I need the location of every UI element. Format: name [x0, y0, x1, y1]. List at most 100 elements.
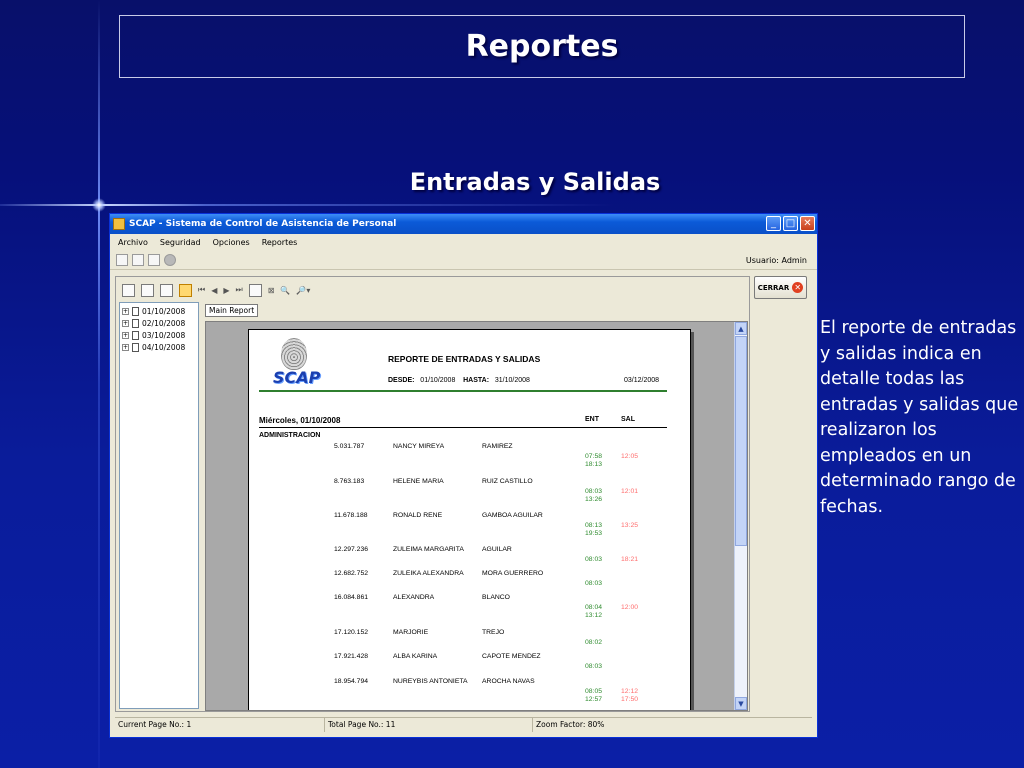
entry-times: 08:03	[585, 556, 603, 563]
tree-item[interactable]: +04/10/2008	[122, 341, 196, 353]
save-icon[interactable]	[132, 254, 144, 266]
day-divider	[259, 427, 667, 428]
status-bar: Current Page No.: 1 Total Page No.: 11 Z…	[115, 717, 812, 732]
vertical-scrollbar[interactable]: ▲ ▼	[734, 322, 747, 710]
entry-times: 08:13 19:53	[585, 522, 603, 537]
sal-column-header: SAL	[621, 416, 635, 423]
tree-item[interactable]: +02/10/2008	[122, 317, 196, 329]
employee-id: 17.120.152	[334, 629, 369, 636]
table-row: 11.678.188 RONALD RENE GAMBOA AGUILAR 08:13…	[249, 512, 690, 546]
zoom-icon[interactable]: 🔎▾	[296, 286, 310, 295]
employee-first-name: ZULEIMA MARGARITA	[393, 546, 464, 553]
entry-times: 08:03	[585, 580, 603, 587]
employee-first-name: NANCY MIREYA	[393, 443, 445, 450]
exit-times: 13:25	[621, 522, 639, 529]
expand-icon[interactable]: +	[122, 307, 129, 315]
entry-times: 08:02	[585, 639, 603, 646]
tab-main-report[interactable]: Main Report	[205, 304, 259, 317]
slide-title: Reportes	[465, 29, 619, 64]
tree-item[interactable]: +03/10/2008	[122, 329, 196, 341]
last-page-icon[interactable]: ⏭	[236, 285, 243, 295]
window-title: SCAP - Sistema de Control de Asistencia …	[129, 219, 397, 229]
employee-id: 11.678.188	[334, 512, 368, 519]
cerrar-button[interactable]: CERRAR ✕	[754, 276, 807, 299]
header-divider	[259, 390, 667, 392]
first-page-icon[interactable]: ⏮	[198, 285, 205, 295]
app-icon	[113, 218, 125, 230]
employee-id: 8.763.183	[334, 478, 365, 485]
exit-times: 12:05	[621, 453, 639, 460]
employee-last-name: AGUILAR	[482, 546, 512, 553]
employee-first-name: RONALD RENE	[393, 512, 443, 519]
refresh-icon[interactable]	[160, 283, 173, 297]
report-canvas: SCAP REPORTE DE ENTRADAS Y SALIDAS DESDE…	[205, 321, 748, 711]
report-viewer-toolbar: ⏮ ◀ ▶ ⏭ ⊠ 🔍 🔎▾	[116, 277, 749, 303]
slide-description: El reporte de entradas y salidas indica …	[820, 318, 1019, 517]
scroll-up-icon[interactable]: ▲	[735, 322, 747, 335]
employee-first-name: MARJORIE	[393, 629, 429, 636]
export-icon[interactable]	[122, 283, 135, 297]
document-icon	[132, 342, 139, 352]
employee-id: 12.297.236	[334, 546, 369, 553]
employee-id: 18.954.794	[334, 678, 369, 685]
employee-last-name: AROCHA NAVAS	[482, 678, 535, 685]
report-print-date: 03/12/2008	[624, 377, 660, 384]
report-range: DESDE: 01/10/2008 HASTA: 31/10/2008	[388, 377, 530, 384]
minimize-button[interactable]: _	[766, 216, 781, 231]
scroll-down-icon[interactable]: ▼	[735, 697, 747, 710]
stop-icon[interactable]: ⊠	[268, 286, 275, 295]
employee-last-name: CAPOTE MENDEZ	[482, 653, 541, 660]
main-toolbar: Usuario: Admin	[110, 251, 817, 270]
scroll-thumb[interactable]	[735, 336, 747, 546]
employee-last-name: MORA GUERRERO	[482, 570, 544, 577]
employee-last-name: BLANCO	[482, 594, 510, 601]
day-header: Miércoles, 01/10/2008	[259, 416, 341, 425]
exit-times: 18:21	[621, 556, 639, 563]
delete-icon[interactable]	[148, 254, 160, 266]
table-row: 16.084.861 ALEXANDRA BLANCO 08:04 13:12 12:0…	[249, 594, 690, 628]
menu-opciones[interactable]: Opciones	[213, 238, 250, 247]
employee-last-name: TREJO	[482, 629, 505, 636]
status-total-page: Total Page No.: 11	[325, 718, 533, 732]
window-titlebar[interactable]: SCAP - Sistema de Control de Asistencia …	[110, 214, 817, 234]
ent-column-header: ENT	[585, 416, 599, 423]
previous-page-icon[interactable]: ◀	[211, 286, 217, 295]
menu-reportes[interactable]: Reportes	[262, 238, 298, 247]
print-icon[interactable]	[141, 283, 154, 297]
decorative-horizontal-line	[0, 204, 1024, 206]
status-zoom: Zoom Factor: 80%	[536, 720, 605, 729]
search-icon[interactable]: 🔍	[280, 286, 290, 295]
menu-archivo[interactable]: Archivo	[118, 238, 148, 247]
entry-times: 08:05 12:57	[585, 688, 603, 703]
maximize-button[interactable]: □	[783, 216, 798, 231]
slide-subtitle: Entradas y Salidas	[409, 168, 661, 196]
exit-times: 12:01	[621, 488, 639, 495]
next-page-icon[interactable]: ▶	[223, 286, 229, 295]
employee-id: 5.031.787	[334, 443, 365, 450]
table-row: 18.954.794 NUREYBIS ANTONIETA AROCHA NAVAS…	[249, 678, 690, 710]
decorative-star	[92, 198, 106, 212]
status-current-page: Current Page No.: 1	[115, 718, 325, 732]
employee-first-name: HELENE MARIA	[393, 478, 444, 485]
slide-title-box: Reportes	[119, 15, 965, 78]
employee-last-name: GAMBOA AGUILAR	[482, 512, 543, 519]
new-document-icon[interactable]	[116, 254, 128, 266]
menu-bar: Archivo Seguridad Opciones Reportes	[110, 234, 817, 251]
decorative-vertical-line	[98, 0, 100, 768]
tree-item[interactable]: +01/10/2008	[122, 305, 196, 317]
expand-icon[interactable]: +	[122, 331, 129, 339]
cerrar-label: CERRAR	[757, 283, 790, 292]
accept-icon[interactable]	[164, 254, 176, 266]
menu-seguridad[interactable]: Seguridad	[160, 238, 201, 247]
report-title: REPORTE DE ENTRADAS Y SALIDAS	[388, 354, 541, 364]
entry-times: 08:04 13:12	[585, 604, 603, 619]
expand-icon[interactable]: +	[122, 343, 129, 351]
entry-times: 08:03	[585, 663, 603, 670]
expand-icon[interactable]: +	[122, 319, 129, 327]
exit-times: 12:12 17:50	[621, 688, 639, 703]
goto-page-icon[interactable]	[248, 283, 262, 297]
app-window: SCAP - Sistema de Control de Asistencia …	[109, 213, 818, 738]
entry-times: 07:58 18:13	[585, 453, 603, 468]
toggle-tree-icon[interactable]	[179, 283, 192, 297]
close-window-button[interactable]: ✕	[800, 216, 815, 231]
